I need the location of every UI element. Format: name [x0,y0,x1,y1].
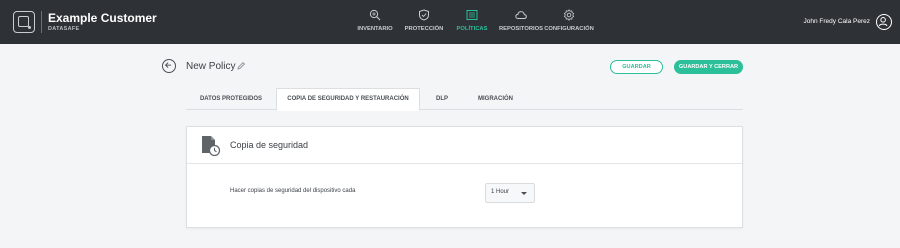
nav-item-configuracion[interactable]: CONFIGURACIÓN [534,0,604,44]
gear-icon [563,9,575,21]
nav-label: CONFIGURACIÓN [544,26,594,32]
tab-dlp[interactable]: DLP [420,88,464,110]
card-header: Copia de seguridad [187,127,742,164]
backup-settings-card: Copia de seguridad Hacer copias de segur… [186,126,743,228]
policy-tabs: DATOS PROTEGIDOS COPIA DE SEGURIDAD Y RE… [186,88,743,111]
top-bar: Example Customer DATASAFE INVENTARIO PRO… [0,0,900,44]
logo-divider [41,11,42,33]
product-name: DATASAFE [48,26,80,32]
chevron-down-icon [521,192,527,195]
back-arrow-icon[interactable] [162,59,176,73]
backup-interval-value: 1 Hour [491,189,510,195]
cloud-icon [515,11,527,19]
backup-document-icon [202,136,221,157]
save-button[interactable]: GUARDAR [610,60,663,74]
tab-migracion[interactable]: MIGRACIÓN [464,88,527,110]
customer-name: Example Customer [48,11,157,25]
datasafe-logo-icon [13,11,35,33]
tab-copia-de-seguridad[interactable]: COPIA DE SEGURIDAD Y RESTAURACIÓN [276,88,420,111]
search-icon [369,9,381,21]
user-avatar-icon[interactable] [876,14,892,30]
backup-interval-label: Hacer copias de seguridad del dispositiv… [230,188,356,194]
policy-list-icon [466,10,478,20]
user-name[interactable]: John Fredy Cala Perez [804,18,870,25]
tab-datos-protegidos[interactable]: DATOS PROTEGIDOS [186,88,276,110]
shield-icon [419,9,429,21]
page-title: New Policy [186,61,236,72]
backup-interval-select[interactable]: 1 Hour [485,183,535,203]
save-and-close-button[interactable]: GUARDAR Y CERRAR [674,60,743,74]
card-title: Copia de seguridad [230,140,309,150]
pencil-icon[interactable] [236,61,246,71]
